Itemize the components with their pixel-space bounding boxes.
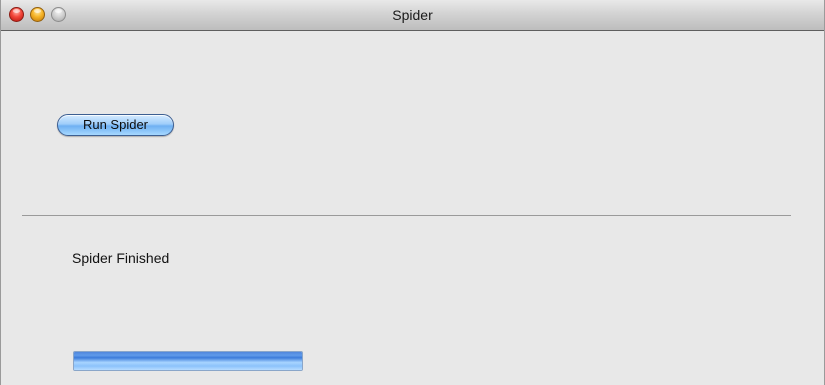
progress-bar	[73, 351, 303, 371]
separator	[22, 215, 791, 216]
progress-bar-fill	[74, 352, 302, 370]
window-title: Spider	[392, 7, 433, 23]
status-label: Spider Finished	[72, 250, 170, 266]
title-bar[interactable]: Spider	[1, 0, 824, 31]
run-spider-button[interactable]: Run Spider	[57, 114, 174, 136]
spider-window: Spider Run Spider Spider Finished	[0, 0, 825, 385]
